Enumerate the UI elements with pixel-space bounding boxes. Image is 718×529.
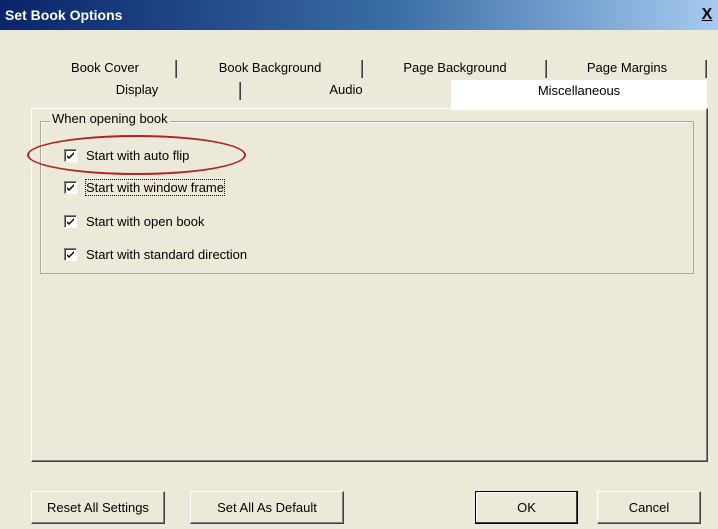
reset-all-settings-button[interactable]: Reset All Settings (31, 491, 165, 524)
tab-label: Book Background (218, 60, 322, 75)
tab-book-cover[interactable]: Book Cover (33, 58, 177, 80)
tab-label: Book Cover (71, 60, 139, 75)
close-button[interactable]: X (698, 7, 716, 25)
close-icon: X (701, 6, 713, 23)
option-label: Start with auto flip (86, 147, 190, 163)
checkmark-icon (67, 250, 74, 258)
set-all-as-default-button[interactable]: Set All As Default (190, 491, 344, 524)
tab-page-background[interactable]: Page Background (363, 58, 547, 80)
tab-book-background[interactable]: Book Background (177, 58, 363, 80)
tab-page-margins[interactable]: Page Margins (547, 58, 707, 80)
tab-miscellaneous[interactable]: Miscellaneous (451, 80, 707, 110)
option-standard-direction[interactable]: Start with standard direction (64, 245, 247, 263)
checkmark-icon (67, 217, 74, 225)
window-title: Set Book Options (5, 7, 123, 23)
option-open-book[interactable]: Start with open book (64, 212, 205, 230)
tab-label: Page Margins (586, 60, 668, 75)
tab-label: Audio (329, 82, 363, 97)
standard-direction-checkbox[interactable] (64, 247, 77, 261)
option-label: Start with window frame (85, 178, 225, 196)
tab-audio[interactable]: Audio (241, 80, 451, 102)
group-label: When opening book (50, 111, 170, 126)
tab-label: Miscellaneous (537, 83, 621, 98)
window-frame-checkbox[interactable] (64, 180, 77, 194)
title-bar[interactable]: Set Book Options X (0, 0, 718, 30)
option-auto-flip[interactable]: Start with auto flip (64, 146, 189, 164)
option-label: Start with standard direction (86, 246, 248, 262)
tab-label: Page Background (403, 60, 507, 75)
auto-flip-checkbox[interactable] (64, 148, 77, 162)
checkmark-icon (67, 183, 74, 191)
option-window-frame[interactable]: Start with window frame (64, 178, 225, 196)
open-book-checkbox[interactable] (64, 214, 77, 228)
option-label: Start with open book (86, 213, 205, 229)
ok-button[interactable]: OK (475, 491, 578, 524)
cancel-button[interactable]: Cancel (597, 491, 701, 524)
tab-display[interactable]: Display (33, 80, 241, 102)
tab-label: Display (115, 82, 159, 97)
checkmark-icon (67, 151, 74, 159)
